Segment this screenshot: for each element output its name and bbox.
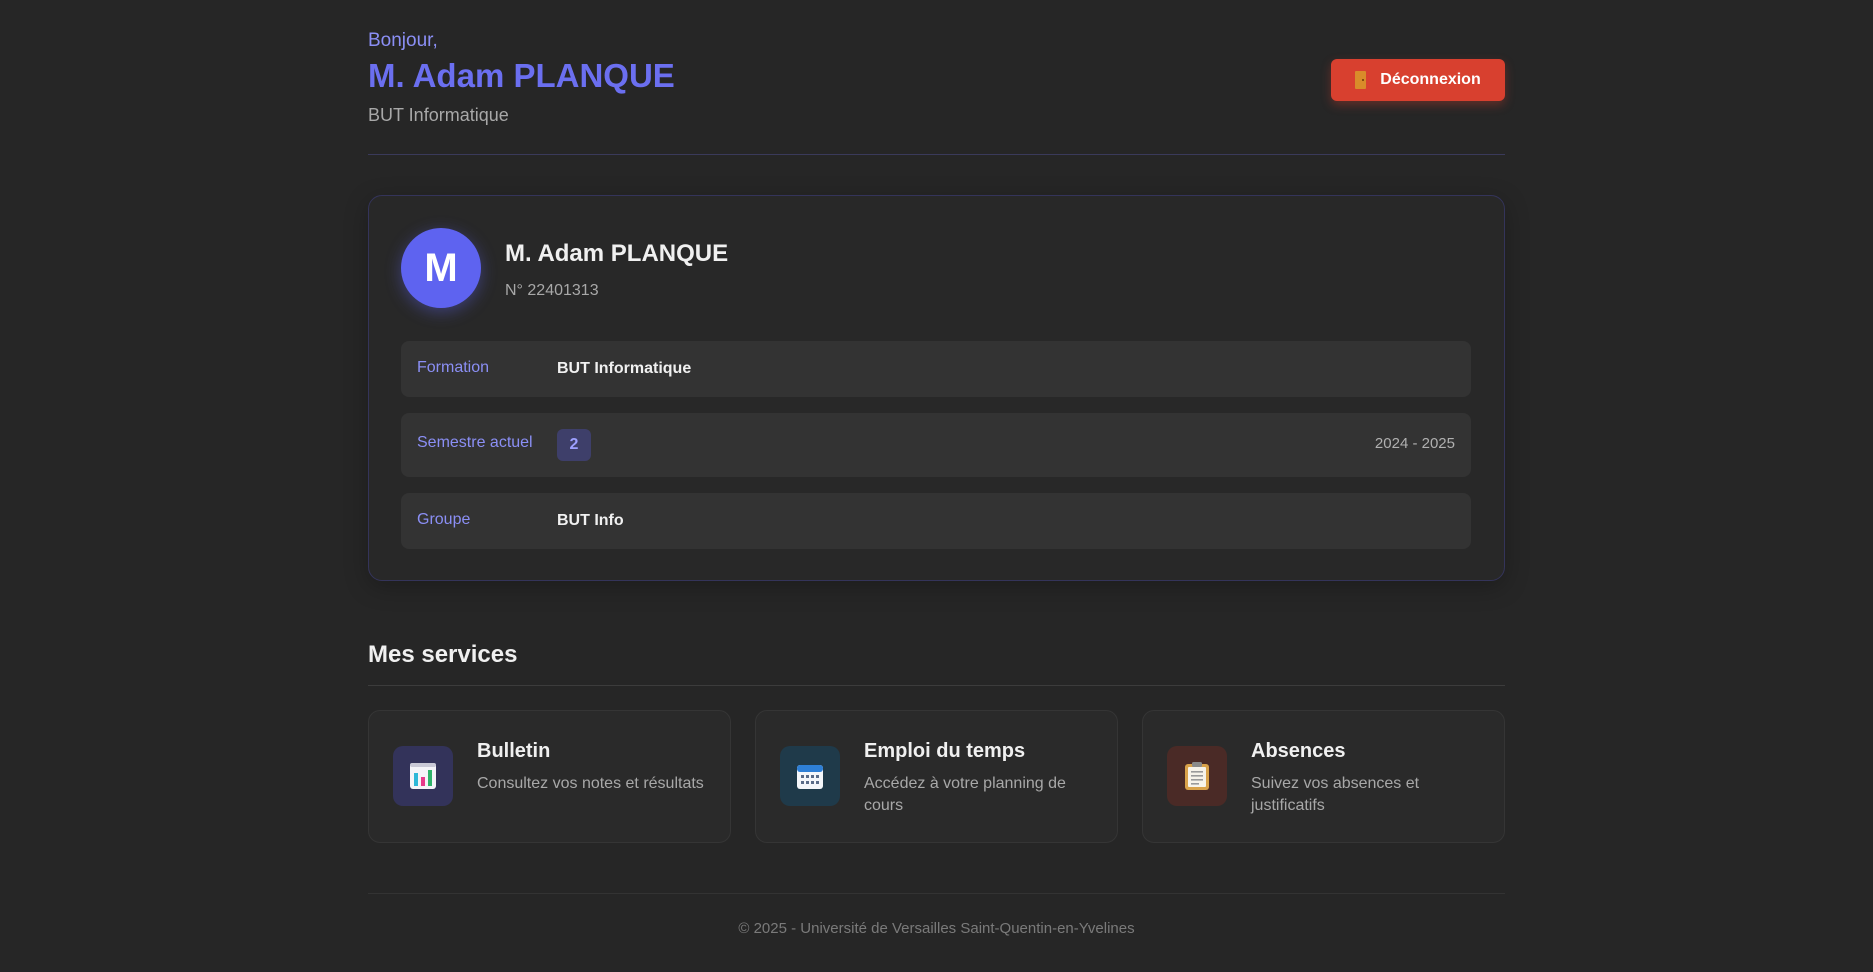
info-row-formation: Formation BUT Informatique [401, 341, 1471, 397]
page-header: Bonjour, M. Adam PLANQUE BUT Informatiqu… [368, 0, 1505, 155]
info-label: Groupe [417, 511, 471, 528]
info-row-groupe: Groupe BUT Info [401, 493, 1471, 549]
main-container: Bonjour, M. Adam PLANQUE BUT Informatiqu… [368, 0, 1505, 937]
semester-badge: 2 [557, 429, 591, 461]
service-card-emploi-du-temps[interactable]: Emploi du temps Accédez à votre planning… [755, 710, 1118, 843]
profile-card: M M. Adam PLANQUE N° 22401313 Formation … [368, 195, 1505, 581]
service-description: Accédez à votre planning de cours [864, 775, 1066, 814]
service-title: Bulletin [477, 740, 551, 762]
info-row-semestre: Semestre actuel 2 2024 - 2025 [401, 413, 1471, 477]
greeting-text: Bonjour, [368, 30, 438, 51]
avatar: M [401, 228, 481, 308]
logout-label: Déconnexion [1380, 71, 1481, 88]
door-icon [1355, 71, 1367, 89]
profile-name: M. Adam PLANQUE [505, 240, 729, 267]
student-number: N° 22401313 [505, 282, 599, 299]
divider [368, 893, 1505, 894]
page-title: M. Adam PLANQUE [368, 57, 675, 94]
formation-subtitle: BUT Informatique [368, 105, 509, 125]
services-heading: Mes services [368, 641, 518, 668]
service-card-absences[interactable]: Absences Suivez vos absences et justific… [1142, 710, 1505, 843]
logout-button[interactable]: Déconnexion [1331, 59, 1505, 101]
info-label: Formation [417, 359, 490, 376]
service-description: Consultez vos notes et résultats [477, 775, 704, 792]
service-title: Emploi du temps [864, 740, 1026, 762]
footer-text: © 2025 - Université de Versailles Saint-… [738, 920, 1135, 937]
info-label: Semestre actuel [417, 434, 533, 451]
academic-year: 2024 - 2025 [1374, 435, 1455, 452]
bar-chart-icon [393, 746, 453, 806]
service-title: Absences [1251, 740, 1346, 762]
calendar-icon [780, 746, 840, 806]
service-description: Suivez vos absences et justificatifs [1251, 775, 1420, 814]
service-card-bulletin[interactable]: Bulletin Consultez vos notes et résultat… [368, 710, 731, 843]
clipboard-icon [1167, 746, 1227, 806]
info-value: BUT Informatique [557, 360, 692, 377]
divider [368, 685, 1505, 686]
info-value: BUT Info [557, 512, 624, 529]
